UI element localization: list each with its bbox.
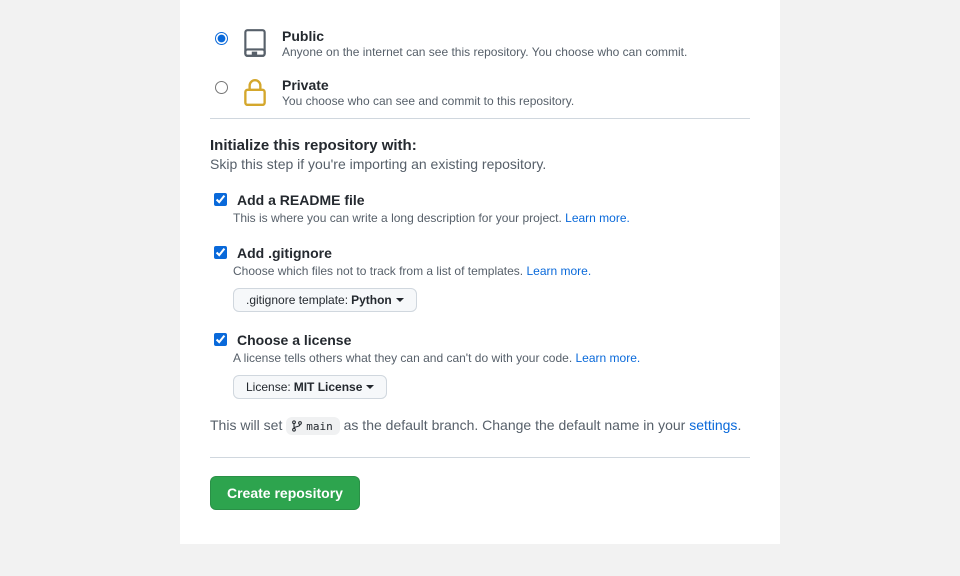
license-checkbox[interactable] (214, 333, 227, 346)
branch-name: main (306, 420, 333, 433)
settings-link[interactable]: settings (689, 417, 737, 433)
gitignore-label: Add .gitignore (237, 245, 332, 261)
readme-option: Add a README file This is where you can … (210, 190, 750, 225)
gitignore-template-value: Python (351, 293, 392, 307)
visibility-radio-private[interactable] (215, 81, 228, 94)
license-selector[interactable]: License: MIT License (233, 375, 387, 399)
initialize-heading: Initialize this repository with: (210, 137, 750, 154)
visibility-option-public[interactable]: Public Anyone on the internet can see th… (210, 28, 750, 59)
initialize-subheading: Skip this step if you're importing an ex… (210, 156, 750, 172)
license-value: MIT License (294, 380, 363, 394)
gitignore-checkbox[interactable] (214, 246, 227, 259)
visibility-private-title: Private (282, 77, 574, 93)
readme-learn-more-link[interactable]: Learn more. (565, 211, 630, 225)
repo-icon (242, 28, 268, 58)
new-repo-form: Public Anyone on the internet can see th… (180, 0, 780, 544)
chevron-down-icon (366, 385, 374, 389)
branch-badge: main (286, 417, 340, 435)
chevron-down-icon (396, 298, 404, 302)
visibility-public-desc: Anyone on the internet can see this repo… (282, 45, 687, 59)
visibility-radio-public[interactable] (215, 32, 228, 45)
visibility-option-private[interactable]: Private You choose who can see and commi… (210, 77, 750, 108)
license-option: Choose a license A license tells others … (210, 330, 750, 399)
license-label: Choose a license (237, 332, 351, 348)
default-branch-note: This will set main as the default branch… (210, 417, 750, 435)
visibility-private-desc: You choose who can see and commit to thi… (282, 94, 574, 108)
readme-label: Add a README file (237, 192, 365, 208)
readme-desc: This is where you can write a long descr… (233, 211, 750, 225)
readme-checkbox[interactable] (214, 193, 227, 206)
gitignore-desc: Choose which files not to track from a l… (233, 264, 750, 278)
create-repository-button[interactable]: Create repository (210, 476, 360, 510)
license-learn-more-link[interactable]: Learn more. (576, 351, 641, 365)
divider (210, 457, 750, 458)
lock-icon (242, 77, 268, 107)
visibility-public-title: Public (282, 28, 687, 44)
license-desc: A license tells others what they can and… (233, 351, 750, 365)
gitignore-learn-more-link[interactable]: Learn more. (526, 264, 591, 278)
divider (210, 118, 750, 119)
gitignore-template-selector[interactable]: .gitignore template: Python (233, 288, 417, 312)
git-branch-icon (291, 419, 303, 433)
gitignore-option: Add .gitignore Choose which files not to… (210, 243, 750, 312)
